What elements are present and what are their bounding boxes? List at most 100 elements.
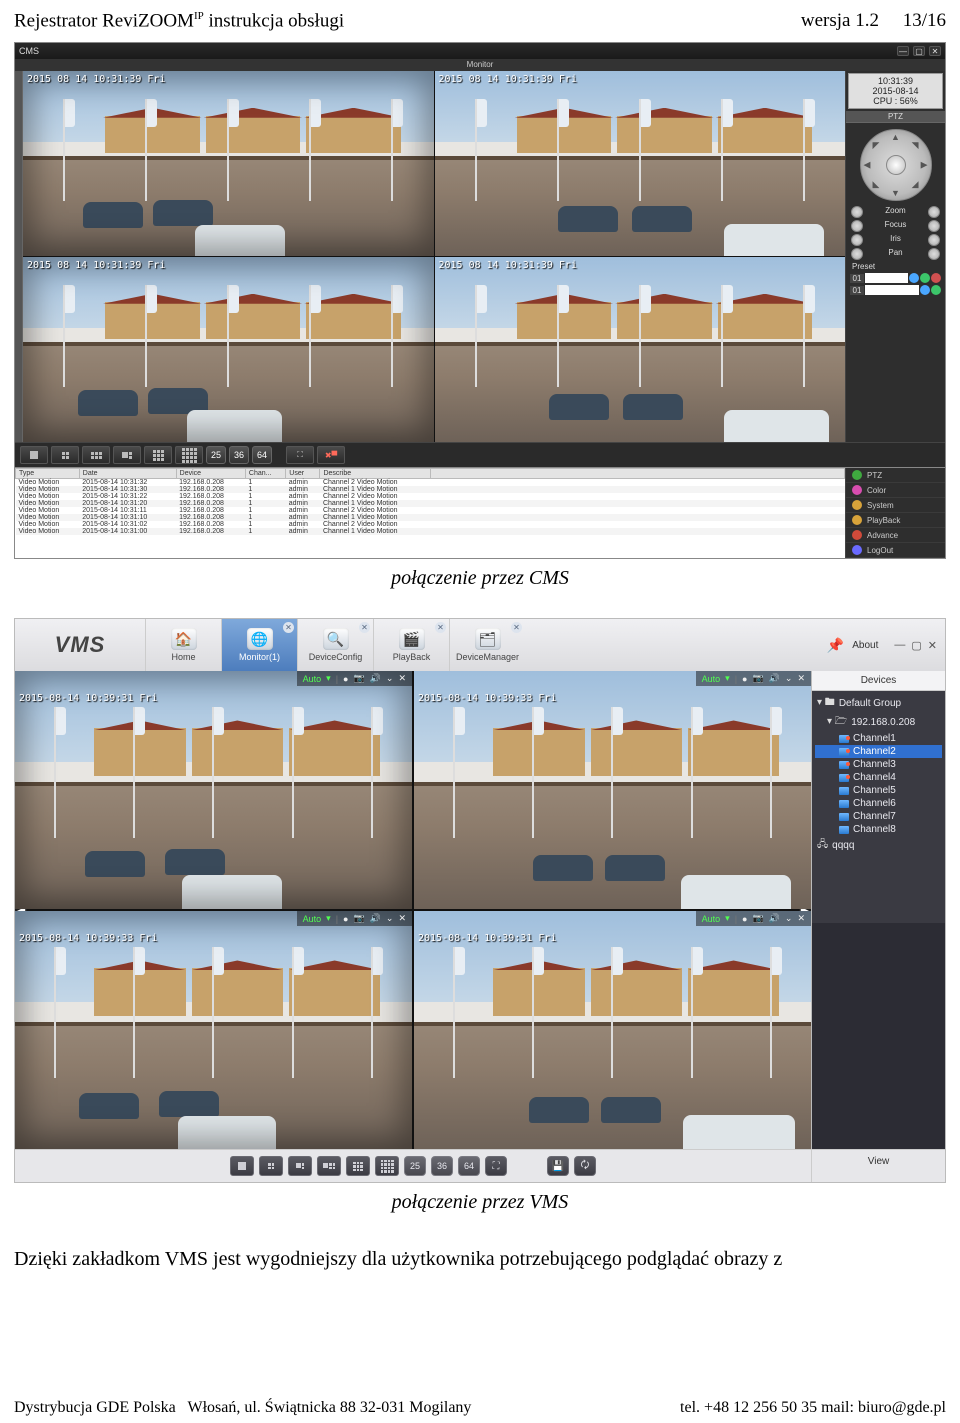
close-feed-icon[interactable]: ✕ bbox=[398, 673, 406, 684]
audio-icon[interactable]: 🔊 bbox=[370, 913, 381, 924]
log-header-cell[interactable]: Date bbox=[79, 469, 176, 479]
ptz-downleft-icon[interactable]: ◣ bbox=[873, 179, 880, 190]
record-icon[interactable]: ● bbox=[742, 674, 747, 684]
ptz-pan-minus-button[interactable] bbox=[851, 248, 863, 260]
tab-close-icon[interactable]: ✕ bbox=[359, 622, 370, 633]
layout-1x1-button[interactable] bbox=[20, 446, 48, 464]
vms-layout-36-button[interactable]: 36 bbox=[431, 1156, 453, 1176]
channel-5[interactable]: Channel5 bbox=[815, 784, 942, 797]
log-row[interactable]: Video Motion2015-08-14 10:31:02192.168.0… bbox=[16, 521, 845, 528]
auto-toggle[interactable]: Auto bbox=[303, 674, 322, 684]
tab-close-icon[interactable]: ✕ bbox=[435, 622, 446, 633]
preset-del-button[interactable] bbox=[931, 273, 941, 283]
audio-icon[interactable]: 🔊 bbox=[370, 673, 381, 684]
channel-1[interactable]: Channel1 bbox=[815, 732, 942, 745]
preset-add-button[interactable] bbox=[920, 273, 930, 283]
side-menu-advance[interactable]: Advance bbox=[846, 528, 945, 543]
audio-icon[interactable]: 🔊 bbox=[769, 913, 780, 924]
channel-4[interactable]: Channel4 bbox=[815, 771, 942, 784]
side-menu-system[interactable]: System bbox=[846, 498, 945, 513]
close-button[interactable]: ✕ bbox=[929, 46, 941, 56]
layout-3x2-button[interactable] bbox=[82, 446, 110, 464]
ptz-pan-plus-button[interactable] bbox=[928, 248, 940, 260]
expand-icon[interactable]: ⌄ bbox=[386, 913, 394, 924]
log-header-cell[interactable]: Describe bbox=[320, 469, 430, 479]
tab-home[interactable]: 🏠Home bbox=[145, 619, 221, 671]
ptz-zoom-plus-button[interactable] bbox=[928, 206, 940, 218]
vms-view-button[interactable]: View bbox=[811, 1150, 945, 1182]
pin-icon[interactable]: 📌 bbox=[827, 637, 844, 654]
vms-fullscreen-button[interactable]: ⛶ bbox=[485, 1156, 507, 1176]
channel-2[interactable]: Channel2 bbox=[815, 745, 942, 758]
snapshot-icon[interactable]: 📷 bbox=[353, 673, 364, 684]
preset2-add-button[interactable] bbox=[931, 285, 941, 295]
vms-tour-button[interactable]: 🗘 bbox=[574, 1156, 596, 1176]
snapshot-icon[interactable]: 📷 bbox=[752, 673, 763, 684]
layout-25-button[interactable]: 25 bbox=[206, 446, 226, 464]
vms-close-button[interactable]: ✕ bbox=[928, 639, 937, 652]
close-feed-icon[interactable]: ✕ bbox=[797, 673, 805, 684]
vms-feed-3[interactable]: 2015-08-14 10:39:33 Fri Auto ▾ | ● 📷 🔊 ⌄… bbox=[15, 911, 412, 1149]
ptz-focus-plus-button[interactable] bbox=[928, 220, 940, 232]
log-row[interactable]: Video Motion2015-08-14 10:31:00192.168.0… bbox=[16, 528, 845, 535]
vms-layout-4x4-button[interactable] bbox=[375, 1156, 399, 1176]
channel-6[interactable]: Channel6 bbox=[815, 797, 942, 810]
preset-2-input[interactable] bbox=[865, 285, 919, 295]
video-feed-4[interactable]: 2015 08 14 10:31:39 Fri bbox=[435, 257, 846, 442]
auto-toggle[interactable]: Auto bbox=[702, 914, 721, 924]
record-icon[interactable]: ● bbox=[343, 914, 348, 924]
preset-goto-button[interactable] bbox=[909, 273, 919, 283]
ptz-iris-minus-button[interactable] bbox=[851, 234, 863, 246]
log-header-cell[interactable]: User bbox=[286, 469, 320, 479]
auto-caret-icon[interactable]: ▾ bbox=[725, 913, 730, 924]
log-row[interactable]: Video Motion2015-08-14 10:31:11192.168.0… bbox=[16, 507, 845, 514]
vms-minimize-button[interactable]: — bbox=[894, 639, 905, 652]
ptz-upleft-icon[interactable]: ◤ bbox=[873, 140, 880, 151]
vms-layout-25-button[interactable]: 25 bbox=[404, 1156, 426, 1176]
layout-3x3-button[interactable] bbox=[144, 446, 172, 464]
auto-toggle[interactable]: Auto bbox=[303, 914, 322, 924]
audio-icon[interactable]: 🔊 bbox=[769, 673, 780, 684]
disconnect-button[interactable]: ✖▀ bbox=[317, 446, 345, 464]
expand-icon[interactable]: ⌄ bbox=[785, 673, 793, 684]
side-menu-logout[interactable]: LogOut bbox=[846, 543, 945, 558]
preset-1-input[interactable] bbox=[865, 273, 908, 283]
auto-caret-icon[interactable]: ▾ bbox=[725, 673, 730, 684]
log-header-cell[interactable]: Device bbox=[176, 469, 245, 479]
tab-monitor1[interactable]: ✕🌐Monitor(1) bbox=[221, 619, 297, 671]
expand-icon[interactable]: ⌄ bbox=[785, 913, 793, 924]
ptz-iris-plus-button[interactable] bbox=[928, 234, 940, 246]
vms-layout-2x2-button[interactable] bbox=[259, 1156, 283, 1176]
log-row[interactable]: Video Motion2015-08-14 10:31:32192.168.0… bbox=[16, 479, 845, 487]
layout-4x4-button[interactable] bbox=[175, 446, 203, 464]
ptz-focus-minus-button[interactable] bbox=[851, 220, 863, 232]
vms-layout-3x3-button[interactable] bbox=[346, 1156, 370, 1176]
tree-root[interactable]: ▾ 🖿Default Group bbox=[815, 694, 942, 713]
vms-layout-1+7-button[interactable] bbox=[317, 1156, 341, 1176]
side-menu-playback[interactable]: PlayBack bbox=[846, 513, 945, 528]
log-row[interactable]: Video Motion2015-08-14 10:31:30192.168.0… bbox=[16, 486, 845, 493]
tree-device[interactable]: ▾ 🗁192.168.0.208 bbox=[815, 713, 942, 732]
auto-caret-icon[interactable]: ▾ bbox=[326, 913, 331, 924]
auto-toggle[interactable]: Auto bbox=[702, 674, 721, 684]
ptz-left-icon[interactable]: ◀ bbox=[864, 160, 871, 171]
cms-left-bar[interactable] bbox=[15, 71, 23, 442]
ptz-zoom-minus-button[interactable] bbox=[851, 206, 863, 218]
video-feed-2[interactable]: 2015 08 14 10:31:39 Fri bbox=[435, 71, 846, 256]
video-feed-3[interactable]: 2015 08 14 10:31:39 Fri bbox=[23, 257, 434, 442]
tab-close-icon[interactable]: ✕ bbox=[511, 622, 522, 633]
log-header-cell[interactable]: Chan... bbox=[245, 469, 285, 479]
tab-playback[interactable]: ✕🎬PlayBack bbox=[373, 619, 449, 671]
record-icon[interactable]: ● bbox=[742, 914, 747, 924]
minimize-button[interactable]: — bbox=[897, 46, 909, 56]
vms-layout-1+5-button[interactable] bbox=[288, 1156, 312, 1176]
ptz-upright-icon[interactable]: ◥ bbox=[912, 140, 919, 151]
video-feed-1[interactable]: 2015 08 14 10:31:39 Fri bbox=[23, 71, 434, 256]
snapshot-icon[interactable]: 📷 bbox=[353, 913, 364, 924]
ptz-right-icon[interactable]: ▶ bbox=[921, 160, 928, 171]
vms-maximize-button[interactable]: ▢ bbox=[911, 639, 921, 652]
preset2-goto-button[interactable] bbox=[920, 285, 930, 295]
auto-caret-icon[interactable]: ▾ bbox=[326, 673, 331, 684]
ptz-downright-icon[interactable]: ◢ bbox=[912, 179, 919, 190]
maximize-button[interactable]: ▢ bbox=[913, 46, 925, 56]
